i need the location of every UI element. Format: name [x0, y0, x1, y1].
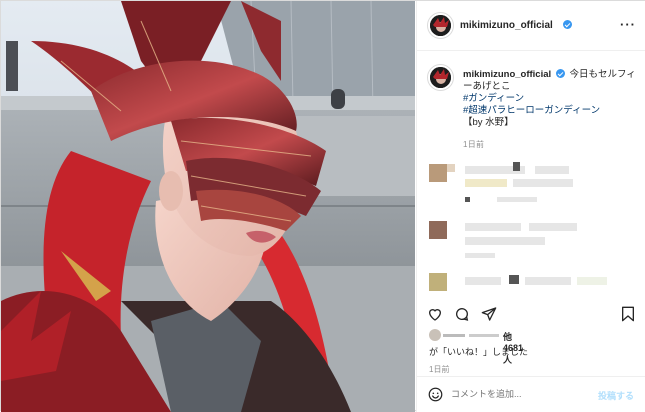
- post-photo-illustration: [1, 1, 415, 412]
- pixel-block: [443, 334, 465, 337]
- pixel-block: [535, 166, 569, 174]
- bookmark-icon[interactable]: [621, 306, 635, 322]
- pixel-block: [465, 237, 545, 245]
- pixel-block: [513, 179, 573, 187]
- paper-plane-icon[interactable]: [481, 306, 497, 322]
- hashtag-link[interactable]: #超速パラヒーローガンディーン: [463, 105, 641, 117]
- commenter-avatar: [429, 273, 447, 291]
- likes-summary: 他4681人 が「いいね！」しました 1日前: [429, 329, 528, 375]
- post-sidebar: mikimizuno_official ··· mikimizuno_offic…: [416, 1, 645, 412]
- pixel-block: [465, 277, 501, 285]
- pixel-block: [465, 179, 507, 187]
- pixel-block: [513, 162, 520, 171]
- pixel-block: [465, 253, 495, 258]
- caption-username[interactable]: mikimizuno_official: [463, 69, 551, 80]
- caption-avatar-image: [430, 67, 451, 88]
- comment-input[interactable]: [451, 389, 591, 399]
- caption-verified-badge-icon: [555, 69, 565, 78]
- more-horizontal-icon[interactable]: ···: [620, 17, 636, 32]
- comment-bar: 投稿する: [417, 376, 645, 412]
- hashtag-link[interactable]: #ガンディーン: [463, 93, 641, 105]
- verified-badge-icon: [563, 20, 572, 29]
- smiley-icon[interactable]: [428, 387, 443, 402]
- post-comment-button[interactable]: 投稿する: [598, 389, 634, 402]
- heart-icon[interactable]: [427, 306, 443, 322]
- instagram-post: mikimizuno_official ··· mikimizuno_offic…: [0, 0, 645, 412]
- likes-count[interactable]: 他4681人: [503, 330, 528, 366]
- liker-avatar[interactable]: [429, 329, 441, 341]
- avatar-image: [430, 15, 451, 36]
- avatar[interactable]: [430, 15, 451, 36]
- pixel-block: [447, 164, 455, 172]
- pixel-block: [465, 223, 521, 231]
- caption-avatar[interactable]: [430, 67, 451, 88]
- pixel-block: [577, 277, 607, 285]
- caption-timestamp: 1日前: [463, 140, 485, 149]
- commenter-avatar: [429, 221, 447, 239]
- pixel-block: [525, 277, 571, 285]
- pixel-block: [497, 197, 537, 202]
- pixel-block: [509, 275, 519, 284]
- pixel-block: [529, 223, 577, 231]
- caption: mikimizuno_official 今日もセルフィーあげとこ #ガンディーン…: [463, 68, 641, 129]
- caption-signature: 【by 水野】: [463, 117, 514, 128]
- commenter-avatar: [429, 164, 447, 182]
- comment-icon[interactable]: [454, 306, 470, 322]
- post-photo[interactable]: [1, 1, 415, 412]
- header-username[interactable]: mikimizuno_official: [460, 20, 553, 31]
- pixel-block: [469, 334, 499, 337]
- pixel-block: [465, 197, 470, 202]
- post-header: mikimizuno_official ···: [417, 1, 645, 51]
- action-bar: [417, 301, 645, 331]
